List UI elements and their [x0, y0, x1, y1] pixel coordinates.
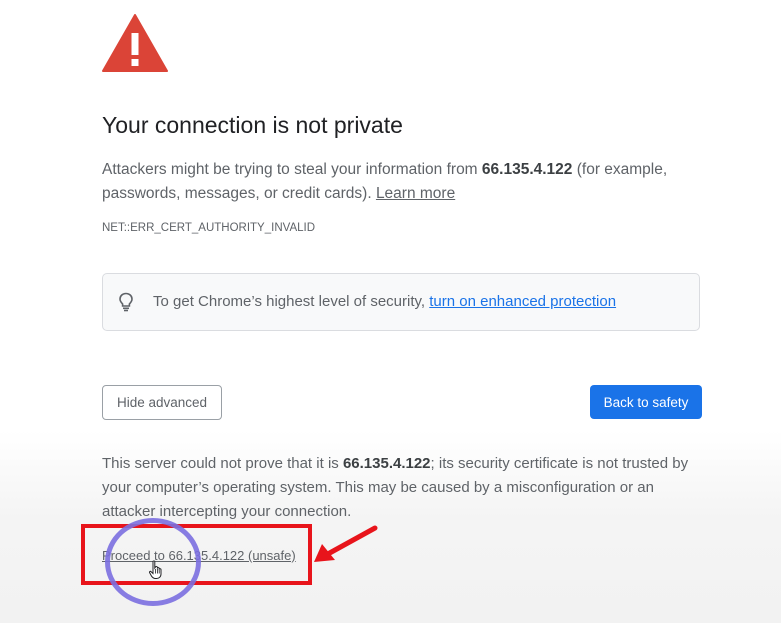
details-host: 66.135.4.122: [342, 455, 431, 472]
main-message-prefix: Attackers might be trying to steal your …: [102, 161, 482, 178]
hand-cursor-icon: [148, 560, 162, 579]
learn-more-link[interactable]: Learn more: [376, 185, 455, 202]
enhanced-protection-text: To get Chrome’s highest level of securit…: [153, 293, 430, 310]
proceed-unsafe-link[interactable]: Proceed to 66.135.4.122 (unsafe): [102, 548, 296, 563]
enhanced-protection-message: To get Chrome’s highest level of securit…: [153, 293, 616, 310]
arrow-annotation-icon: [314, 525, 378, 562]
hide-advanced-button[interactable]: Hide advanced: [102, 385, 222, 420]
error-code: NET::ERR_CERT_AUTHORITY_INVALID: [102, 222, 316, 234]
back-to-safety-button[interactable]: Back to safety: [590, 385, 702, 419]
lightbulb-icon: [119, 292, 133, 312]
page-title: Your connection is not private: [102, 112, 403, 138]
main-message-host: 66.135.4.122: [481, 161, 573, 178]
enhanced-protection-box: To get Chrome’s highest level of securit…: [102, 273, 700, 331]
details-prefix: This server could not prove that it is: [102, 455, 343, 472]
advanced-details: This server could not prove that it is 6…: [102, 452, 702, 524]
warning-triangle-icon: [102, 14, 168, 72]
enhanced-protection-link[interactable]: turn on enhanced protection: [429, 293, 616, 310]
main-message: Attackers might be trying to steal your …: [102, 158, 702, 206]
